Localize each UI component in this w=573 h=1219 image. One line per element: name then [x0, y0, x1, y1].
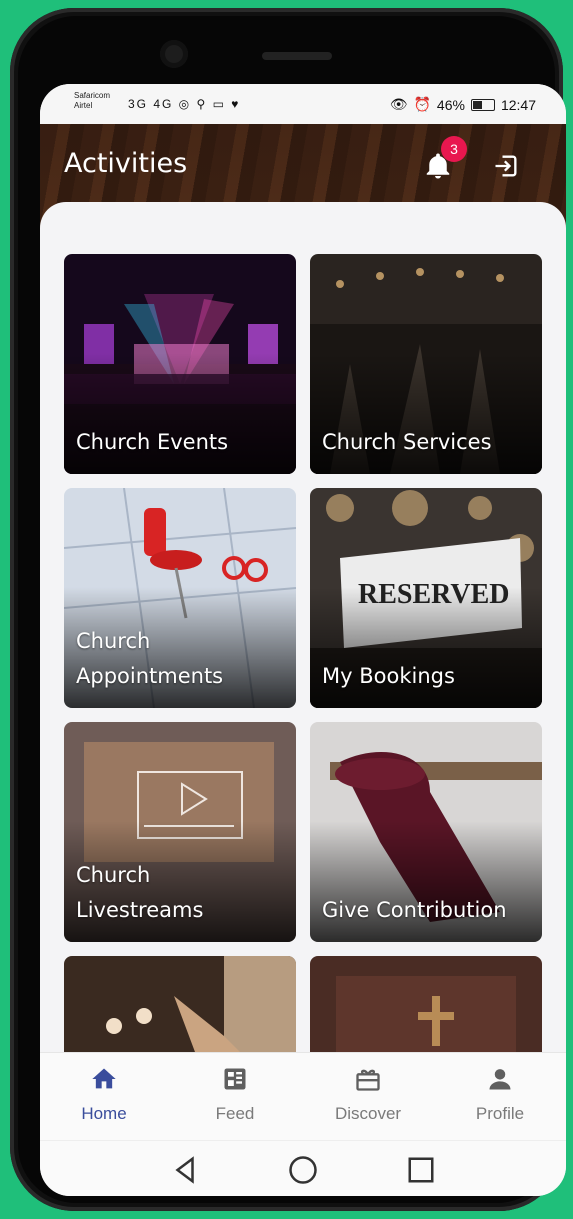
logout-icon[interactable] — [492, 152, 520, 180]
feed-icon — [224, 1068, 246, 1090]
person-icon — [489, 1069, 511, 1090]
app-screen: Safaricom Airtel 3G 4G ◎ ⚲ ▭ ♥ 👁 ⏰ 46% 1… — [40, 84, 566, 1196]
eye-icon: 👁 — [389, 96, 408, 112]
card-prayer[interactable] — [64, 956, 296, 1052]
card-give-contribution[interactable]: Give Contribution — [310, 722, 542, 942]
nav-discover-label: Discover — [334, 1104, 402, 1123]
card-church-services[interactable]: Church Services — [310, 254, 542, 474]
card-label: Give Contribution — [322, 898, 507, 922]
status-time: 12:47 — [500, 96, 536, 113]
back-triangle-icon[interactable] — [170, 1155, 200, 1185]
card-label: Church Livestreams — [76, 863, 204, 922]
page-title: Activities — [64, 148, 188, 179]
battery-percent: 46% — [436, 96, 465, 113]
card-label: My Bookings — [322, 664, 455, 688]
earpiece-speaker — [262, 52, 332, 60]
home-circle-icon[interactable] — [288, 1155, 318, 1185]
nav-home[interactable]: Home — [54, 1065, 154, 1124]
card-label: Church Appointments — [76, 629, 224, 688]
card-church-livestreams[interactable]: Church Livestreams — [64, 722, 296, 942]
card-church-appointments[interactable]: Church Appointments — [64, 488, 296, 708]
carrier-labels: Safaricom Airtel — [74, 91, 110, 111]
card-bible[interactable] — [310, 956, 542, 1052]
nav-feed-label: Feed — [215, 1104, 255, 1123]
carrier-top: Safaricom — [74, 91, 111, 100]
activities-panel: Church Events Church Services Church App… — [40, 202, 566, 1052]
nav-home-label: Home — [81, 1104, 127, 1123]
recent-apps-square-icon[interactable] — [406, 1155, 436, 1185]
phone-frame: Safaricom Airtel 3G 4G ◎ ⚲ ▭ ♥ 👁 ⏰ 46% 1… — [10, 8, 566, 1211]
carrier-bottom: Airtel — [74, 101, 93, 110]
nav-feed[interactable]: Feed — [185, 1065, 285, 1124]
network-icons: 3G 4G ◎ ⚲ ▭ ♥ — [128, 97, 241, 111]
nav-profile[interactable]: Profile — [450, 1065, 550, 1124]
status-right: 👁 ⏰ 46% 12:47 — [390, 96, 536, 113]
notification-badge: 3 — [441, 136, 467, 162]
nav-discover[interactable]: Discover — [318, 1065, 418, 1124]
status-bar: Safaricom Airtel 3G 4G ◎ ⚲ ▭ ♥ 👁 ⏰ 46% 1… — [40, 84, 566, 124]
card-my-bookings[interactable]: RESERVED My Bookings — [310, 488, 542, 708]
praying-hands-image — [64, 956, 296, 1052]
front-camera — [160, 40, 188, 68]
gift-icon — [356, 1069, 380, 1091]
card-church-events[interactable]: Church Events — [64, 254, 296, 474]
bottom-navigation: Home Feed Discover Profile — [40, 1052, 566, 1141]
alarm-icon: ⏰ — [413, 96, 431, 112]
nav-profile-label: Profile — [475, 1104, 525, 1123]
card-label: Church Events — [76, 430, 229, 454]
home-icon — [92, 1068, 116, 1089]
bible-image — [310, 956, 542, 1052]
system-navigation-bar — [40, 1140, 566, 1196]
battery-icon — [470, 98, 495, 111]
card-label: Church Services — [322, 430, 492, 454]
